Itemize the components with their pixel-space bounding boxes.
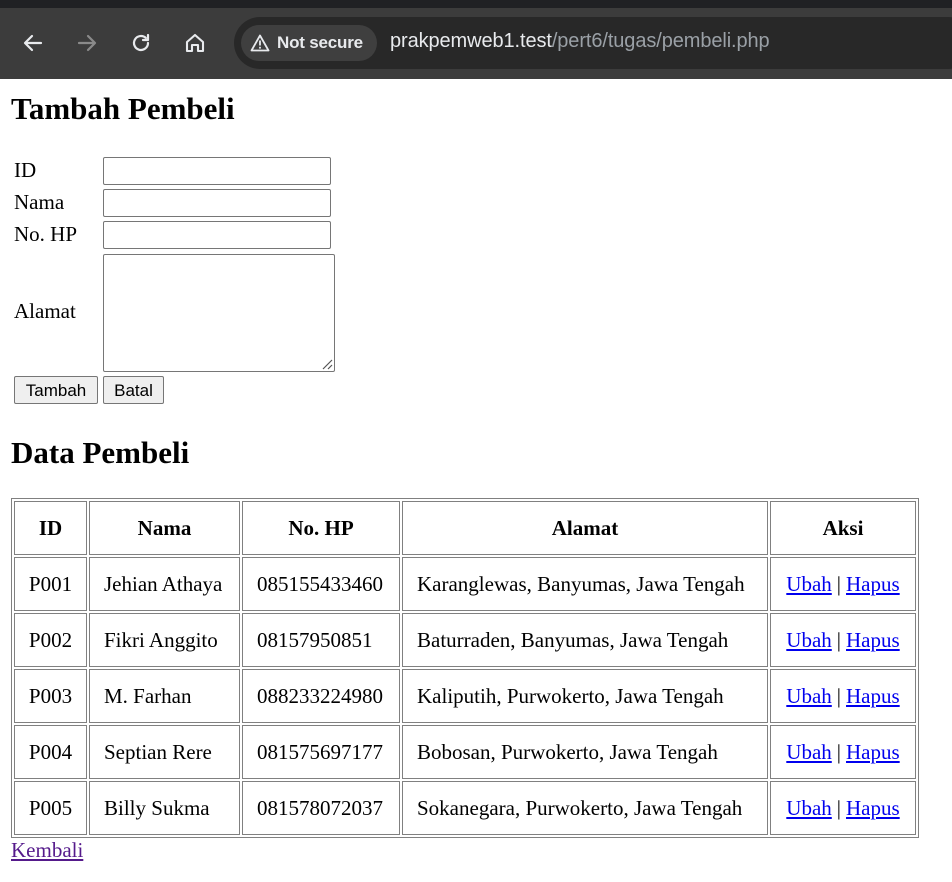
cell-alamat: Karanglewas, Banyumas, Jawa Tengah	[402, 557, 768, 611]
form-title: Tambah Pembeli	[11, 91, 235, 126]
tab-strip	[0, 0, 952, 8]
header-alamat: Alamat	[402, 501, 768, 555]
cell-nama: Jehian Athaya	[89, 557, 240, 611]
ubah-link[interactable]: Ubah	[786, 740, 832, 765]
reload-icon	[132, 33, 150, 52]
hapus-link[interactable]: Hapus	[846, 740, 900, 765]
hapus-link[interactable]: Hapus	[846, 628, 900, 653]
forward-button[interactable]	[71, 27, 103, 59]
cell-id: P002	[14, 613, 87, 667]
hp-label: No. HP	[14, 222, 78, 246]
url-host: prakpemweb1.test	[390, 30, 552, 52]
cell-aksi: Ubah | Hapus	[770, 557, 916, 611]
id-input[interactable]	[103, 157, 331, 185]
resize-grip-icon[interactable]	[320, 357, 333, 370]
warning-icon	[250, 34, 270, 52]
action-separator: |	[836, 739, 842, 764]
security-label: Not secure	[277, 33, 363, 52]
hapus-link[interactable]: Hapus	[846, 796, 900, 821]
reload-button[interactable]	[125, 27, 157, 59]
ubah-link[interactable]: Ubah	[786, 796, 832, 821]
cell-hp: 081575697177	[242, 725, 400, 779]
home-button[interactable]	[179, 27, 211, 59]
pembeli-table: ID Nama No. HP Alamat Aksi P001 Jehian A…	[11, 498, 919, 838]
cell-alamat: Sokanegara, Purwokerto, Jawa Tengah	[402, 781, 768, 835]
ubah-link[interactable]: Ubah	[786, 684, 832, 709]
hapus-link[interactable]: Hapus	[846, 572, 900, 597]
cell-aksi: Ubah | Hapus	[770, 669, 916, 723]
cell-hp: 088233224980	[242, 669, 400, 723]
home-icon	[185, 33, 205, 53]
cell-aksi: Ubah | Hapus	[770, 781, 916, 835]
header-id: ID	[14, 501, 87, 555]
header-aksi: Aksi	[770, 501, 916, 555]
action-separator: |	[836, 627, 842, 652]
hapus-link[interactable]: Hapus	[846, 684, 900, 709]
cell-nama: Fikri Anggito	[89, 613, 240, 667]
page-content: Tambah Pembeli ID Nama No. HP Alamat Tam…	[0, 79, 952, 882]
alamat-textarea[interactable]	[103, 254, 335, 372]
ubah-link[interactable]: Ubah	[786, 572, 832, 597]
cell-hp: 081578072037	[242, 781, 400, 835]
url-text[interactable]: prakpemweb1.test/pert6/tugas/pembeli.php	[390, 30, 770, 53]
batal-button[interactable]: Batal	[103, 376, 164, 404]
cell-nama: Septian Rere	[89, 725, 240, 779]
ubah-link[interactable]: Ubah	[786, 628, 832, 653]
action-separator: |	[836, 795, 842, 820]
header-hp: No. HP	[242, 501, 400, 555]
browser-toolbar: Not secure prakpemweb1.test/pert6/tugas/…	[0, 0, 952, 79]
cell-hp: 085155433460	[242, 557, 400, 611]
header-nama: Nama	[89, 501, 240, 555]
cell-id: P005	[14, 781, 87, 835]
cell-nama: Billy Sukma	[89, 781, 240, 835]
nama-label: Nama	[14, 190, 65, 214]
cell-aksi: Ubah | Hapus	[770, 725, 916, 779]
forward-icon	[77, 34, 97, 52]
cell-nama: M. Farhan	[89, 669, 240, 723]
cell-aksi: Ubah | Hapus	[770, 613, 916, 667]
kembali-link[interactable]: Kembali	[11, 838, 83, 862]
url-path: /pert6/tugas/pembeli.php	[551, 30, 770, 52]
security-indicator[interactable]: Not secure	[241, 25, 377, 61]
cell-id: P003	[14, 669, 87, 723]
action-separator: |	[836, 571, 842, 596]
action-separator: |	[836, 683, 842, 708]
nama-input[interactable]	[103, 189, 331, 217]
table-title: Data Pembeli	[11, 435, 190, 470]
back-icon	[23, 34, 43, 52]
cell-alamat: Bobosan, Purwokerto, Jawa Tengah	[402, 725, 768, 779]
back-button[interactable]	[17, 27, 49, 59]
id-label: ID	[14, 158, 37, 182]
cell-id: P004	[14, 725, 87, 779]
cell-alamat: Kaliputih, Purwokerto, Jawa Tengah	[402, 669, 768, 723]
cell-hp: 08157950851	[242, 613, 400, 667]
alamat-label: Alamat	[14, 299, 76, 323]
cell-alamat: Baturraden, Banyumas, Jawa Tengah	[402, 613, 768, 667]
cell-id: P001	[14, 557, 87, 611]
tambah-button[interactable]: Tambah	[14, 376, 98, 404]
hp-input[interactable]	[103, 221, 331, 249]
